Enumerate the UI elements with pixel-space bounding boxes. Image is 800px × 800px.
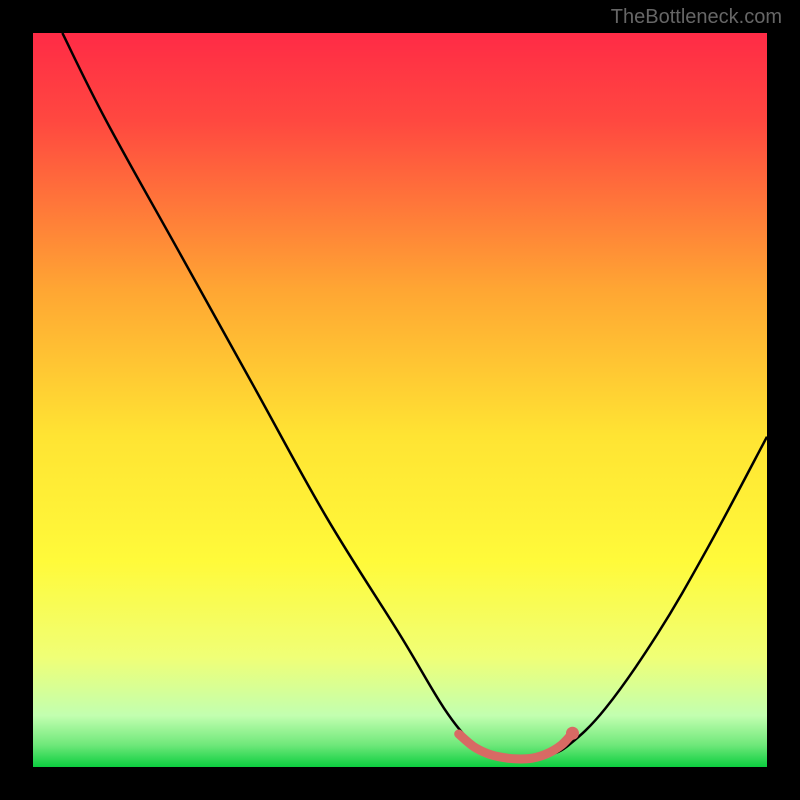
chart-area <box>33 33 767 767</box>
bottleneck-chart <box>33 33 767 767</box>
optimal-region-end-dot <box>566 727 579 740</box>
watermark-text: TheBottleneck.com <box>611 6 782 29</box>
gradient-background <box>33 33 767 767</box>
